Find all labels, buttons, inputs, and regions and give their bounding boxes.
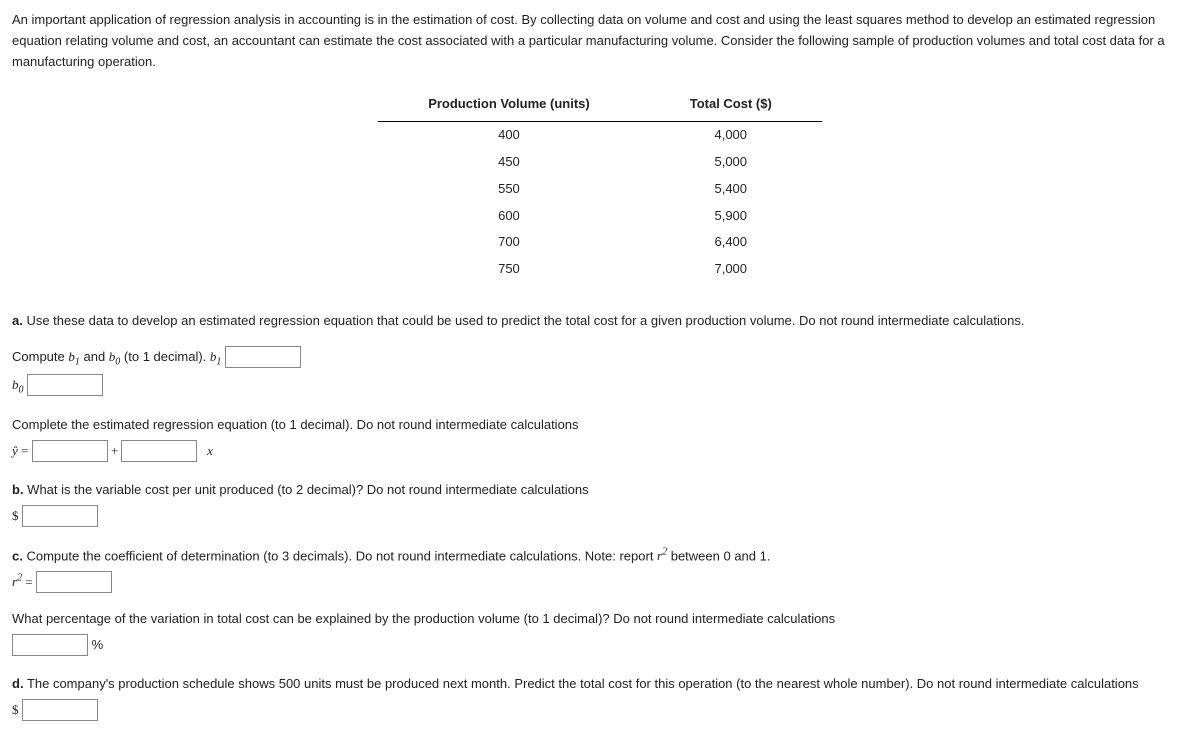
part-d-text: The company's production schedule shows … <box>24 676 1139 691</box>
intro-text: An important application of regression a… <box>12 10 1188 72</box>
part-a: a. Use these data to develop an estimate… <box>12 311 1188 462</box>
dollar-sign: $ <box>12 702 19 717</box>
b0-label: b0 <box>12 377 24 392</box>
slope-input[interactable] <box>121 440 197 462</box>
compute-post: (to 1 decimal). <box>120 349 210 364</box>
table-row: 7006,400 <box>378 229 822 256</box>
b1-symbol: b1 <box>68 349 80 364</box>
r2-symbol: r2 <box>12 574 22 589</box>
r2-symbol-inline: r2 <box>657 548 667 563</box>
pct-sign: % <box>92 637 104 652</box>
cell: 4,000 <box>640 122 822 149</box>
part-c-text: Compute the coefficient of determination… <box>23 548 657 563</box>
pct-input[interactable] <box>12 634 88 656</box>
part-b-label: b. <box>12 482 24 497</box>
cell: 700 <box>378 229 640 256</box>
cell: 6,400 <box>640 229 822 256</box>
cell: 5,000 <box>640 149 822 176</box>
cell: 5,900 <box>640 203 822 230</box>
dollar-sign: $ <box>12 508 19 523</box>
part-b-text: What is the variable cost per unit produ… <box>24 482 589 497</box>
plus-sign: + <box>108 443 122 458</box>
pct-text: What percentage of the variation in tota… <box>12 609 1188 630</box>
part-c: c. Compute the coefficient of determinat… <box>12 545 1188 656</box>
table-row: 6005,900 <box>378 203 822 230</box>
part-c-text2: between 0 and 1. <box>667 548 770 563</box>
table-row: 4505,000 <box>378 149 822 176</box>
data-table: Production Volume (units) Total Cost ($)… <box>378 90 822 283</box>
variable-cost-input[interactable] <box>22 505 98 527</box>
col-header-volume: Production Volume (units) <box>378 90 640 121</box>
b1-input[interactable] <box>225 346 301 368</box>
cell: 400 <box>378 122 640 149</box>
equals-sign: = <box>18 443 32 458</box>
part-a-label: a. <box>12 313 23 328</box>
table-row: 5505,400 <box>378 176 822 203</box>
part-c-label: c. <box>12 548 23 563</box>
cell: 5,400 <box>640 176 822 203</box>
r2-input[interactable] <box>36 571 112 593</box>
predicted-cost-input[interactable] <box>22 699 98 721</box>
table-row: 4004,000 <box>378 122 822 149</box>
part-a-text: Use these data to develop an estimated r… <box>23 313 1025 328</box>
cell: 750 <box>378 256 640 283</box>
cell: 7,000 <box>640 256 822 283</box>
cell: 550 <box>378 176 640 203</box>
b0-symbol: b0 <box>109 349 121 364</box>
compute-mid: and <box>80 349 109 364</box>
part-d-label: d. <box>12 676 24 691</box>
part-b: b. What is the variable cost per unit pr… <box>12 480 1188 527</box>
equals-sign: = <box>22 574 36 589</box>
cell: 600 <box>378 203 640 230</box>
x-symbol: x <box>207 443 213 458</box>
complete-eq-text: Complete the estimated regression equati… <box>12 415 1188 436</box>
intercept-input[interactable] <box>32 440 108 462</box>
part-d: d. The company's production schedule sho… <box>12 674 1188 721</box>
b1-label: b1 <box>210 349 222 364</box>
table-row: 7507,000 <box>378 256 822 283</box>
b0-input[interactable] <box>27 374 103 396</box>
col-header-cost: Total Cost ($) <box>640 90 822 121</box>
compute-pre: Compute <box>12 349 68 364</box>
cell: 450 <box>378 149 640 176</box>
